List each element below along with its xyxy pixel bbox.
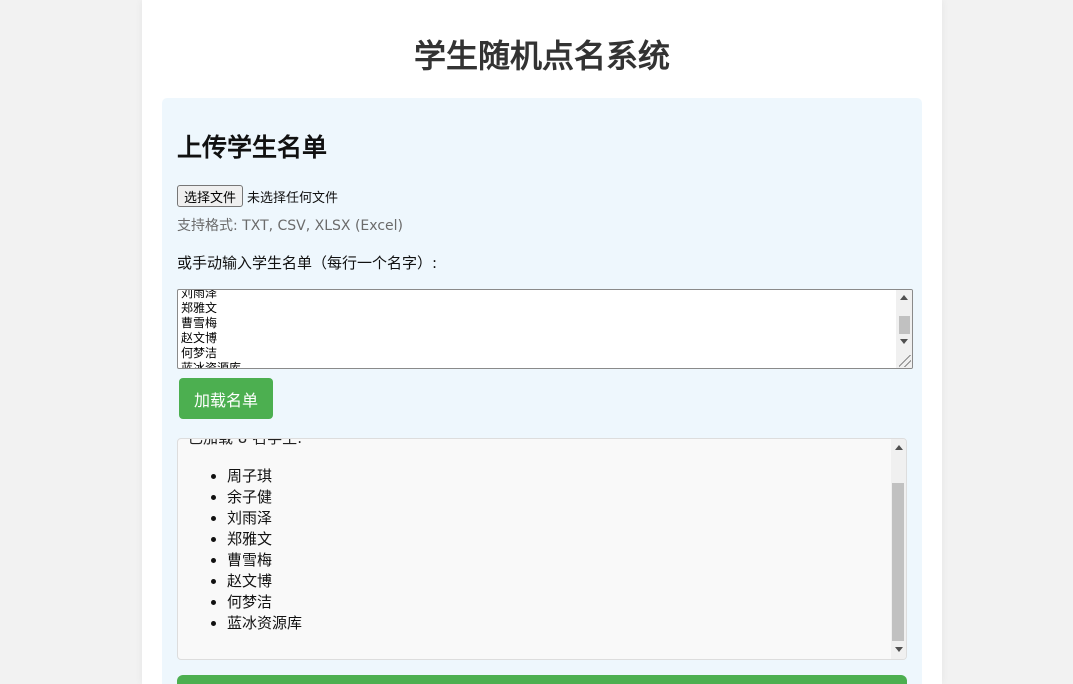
file-input-row: 选择文件 未选择任何文件 xyxy=(177,184,338,208)
manual-input-label: 或手动输入学生名单（每行一个名字）: xyxy=(177,254,438,272)
textarea-line: 刘雨泽 xyxy=(181,289,218,300)
list-item: 赵文博 xyxy=(227,571,302,592)
textarea-line: 郑雅文 xyxy=(181,301,218,315)
load-list-button[interactable]: 加载名单 xyxy=(179,378,273,419)
scroll-down-arrow-icon[interactable] xyxy=(900,339,908,344)
student-count-text: 已加载 8 名学生: xyxy=(188,438,303,447)
textarea-line: 赵文博 xyxy=(181,331,218,345)
page-title: 学生随机点名系统 xyxy=(413,37,670,75)
textarea-line: 何梦洁 xyxy=(181,346,218,360)
list-item: 余子健 xyxy=(227,487,302,508)
resize-handle-icon[interactable] xyxy=(899,355,911,367)
list-item: 刘雨泽 xyxy=(227,508,302,529)
scroll-down-arrow-icon[interactable] xyxy=(895,647,903,652)
upload-section-title: 上传学生名单 xyxy=(177,133,328,162)
random-pick-button[interactable] xyxy=(177,675,907,684)
file-status-text: 未选择任何文件 xyxy=(247,190,339,206)
scroll-up-arrow-icon[interactable] xyxy=(900,295,908,300)
scrollbar-thumb[interactable] xyxy=(899,316,910,334)
scrollbar-thumb[interactable] xyxy=(892,483,904,641)
textarea-content: 刘雨泽 郑雅文 曹雪梅 赵文博 何梦洁 蓝冰资源库 xyxy=(181,289,242,369)
scroll-up-arrow-icon[interactable] xyxy=(895,445,903,450)
page-container: 学生随机点名系统 上传学生名单 选择文件 未选择任何文件 支持格式: TXT, … xyxy=(142,0,942,684)
list-item: 郑雅文 xyxy=(227,529,302,550)
supported-formats-hint: 支持格式: TXT, CSV, XLSX (Excel) xyxy=(177,218,403,234)
list-scrollbar[interactable] xyxy=(891,439,906,659)
loaded-student-list: 已加载 8 名学生: 周子琪 余子健 刘雨泽 郑雅文 曹雪梅 赵文博 何梦洁 蓝… xyxy=(177,438,907,660)
upload-panel: 上传学生名单 选择文件 未选择任何文件 支持格式: TXT, CSV, XLSX… xyxy=(162,98,922,684)
student-list: 周子琪 余子健 刘雨泽 郑雅文 曹雪梅 赵文博 何梦洁 蓝冰资源库 xyxy=(208,466,302,634)
textarea-line: 蓝冰资源库 xyxy=(181,361,242,369)
list-item: 曹雪梅 xyxy=(227,550,302,571)
textarea-line: 曹雪梅 xyxy=(181,316,218,330)
list-item: 何梦洁 xyxy=(227,592,302,613)
choose-file-button[interactable]: 选择文件 xyxy=(177,185,244,207)
student-names-textarea[interactable]: 刘雨泽 郑雅文 曹雪梅 赵文博 何梦洁 蓝冰资源库 xyxy=(177,289,913,369)
list-item: 周子琪 xyxy=(227,466,302,487)
list-item: 蓝冰资源库 xyxy=(227,613,302,634)
